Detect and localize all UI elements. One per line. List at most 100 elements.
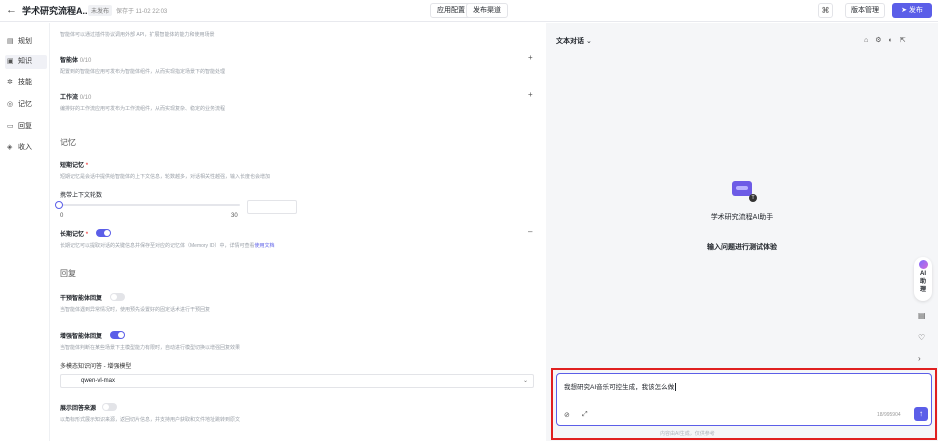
sidebar-item-label: 回复 <box>18 123 32 130</box>
slider-max: 30 <box>231 213 238 219</box>
bot-hint: 输入问题进行测试体验 <box>707 244 777 251</box>
send-plane-icon: ➤ <box>901 7 907 14</box>
source-desc: 以角标形式展示知识来源，返回切片信息，并支持用户获取和文件地址跳转到原文 <box>60 417 241 423</box>
palette-icon[interactable]: ◐ <box>889 37 900 44</box>
publish-label: 发布 <box>908 7 923 14</box>
workflow-title: 工作流 <box>60 95 79 101</box>
sidebar-item-plan[interactable]: ▤ 规划 <box>5 35 47 49</box>
bot-tag-icon: T <box>749 194 757 202</box>
required-mark: * <box>85 232 89 238</box>
workflow-desc: 编排好的工作流应用可发布为工作流组件，从而实现复杂、稳定的业务流程 <box>60 106 226 112</box>
publish-button[interactable]: ➤ 发布 <box>892 3 932 18</box>
left-sidebar: ▤ 规划 ▣ 知识 ✲ 技能 ◎ 记忆 ▭ 回复 ◈ 收入 <box>0 23 50 441</box>
send-button[interactable]: ↑ <box>914 407 928 421</box>
config-panel: 智能体可以通过插件协议调用外部 API，扩展智能体的能力和使用场景 智能体 0/… <box>50 23 545 441</box>
long-memory-label: 长期记忆 <box>60 232 85 238</box>
document-icon[interactable]: ▤ <box>918 311 926 320</box>
add-workflow-icon[interactable]: + <box>528 90 533 99</box>
tab-publish-channel[interactable]: 发布渠道 <box>466 3 508 18</box>
long-memory-title: 长期记忆 * <box>60 229 88 238</box>
version-manage-button[interactable]: 版本管理 <box>845 3 885 18</box>
enhance-toggle[interactable] <box>110 331 125 339</box>
context-rounds-input[interactable] <box>247 200 297 214</box>
chat-input-text[interactable]: 我想研究AI音乐可控生成，我该怎么做 <box>564 381 676 391</box>
grid-icon[interactable]: ⌘ <box>818 3 833 18</box>
chat-mode-select[interactable]: 文本对话 ⌄ <box>556 36 592 46</box>
clear-icon[interactable]: ⌂ <box>864 37 875 44</box>
app-title: 学术研究流程A... <box>22 6 91 16</box>
sidebar-item-memory[interactable]: ◎ 记忆 <box>5 98 47 112</box>
ai-help-char: AI <box>920 271 926 277</box>
long-memory-desc-text: 长期记忆可以提取对话的关键信息并保存至对应的记忆体（Memory ID）中，详情… <box>60 243 255 249</box>
docs-link[interactable]: 使用文档 <box>254 243 274 249</box>
share-icon[interactable]: ⇱ <box>900 37 913 44</box>
chat-toolbar: ⌂⚙◐⇱ <box>864 36 913 44</box>
saved-timestamp: 保存于 11-02 22:03 <box>116 9 168 15</box>
source-title: 展示回答来源 <box>60 406 97 412</box>
long-memory-desc: 长期记忆可以提取对话的关键信息并保存至对应的记忆体（Memory ID）中，详情… <box>60 242 274 249</box>
arrow-up-icon: ↑ <box>919 409 923 418</box>
plan-icon: ▤ <box>7 38 14 45</box>
intervene-title: 干预智能体回复 <box>60 296 103 302</box>
sidebar-item-label: 收入 <box>18 144 32 151</box>
slider-handle[interactable] <box>55 201 63 209</box>
model-select[interactable]: qwen-vl-max ⌄ <box>60 374 534 388</box>
top-bar: ← 学术研究流程A... 未发布 保存于 11-02 22:03 应用配置 发布… <box>0 0 938 22</box>
agent-title: 智能体 <box>60 58 79 64</box>
ai-help-char: 理 <box>919 287 926 293</box>
memory-section-title: 记忆 <box>60 138 76 147</box>
context-rounds-slider[interactable] <box>60 204 240 206</box>
plugin-desc: 智能体可以通过插件协议调用外部 API，扩展智能体的能力和使用场景 <box>60 32 215 38</box>
sidebar-item-label: 记忆 <box>18 101 32 108</box>
status-badge: 未发布 <box>88 5 113 16</box>
short-memory-label: 短期记忆 <box>60 163 85 169</box>
model-select-value: qwen-vl-max <box>81 378 116 384</box>
enhance-title: 增强智能体回复 <box>60 334 103 340</box>
sidebar-item-label: 规划 <box>18 38 32 45</box>
agent-count: 0/10 <box>79 58 92 64</box>
context-rounds-label: 携带上下文轮数 <box>60 193 103 199</box>
chevron-down-icon: ⌄ <box>522 378 528 384</box>
intervene-toggle[interactable] <box>110 293 125 301</box>
heart-icon[interactable]: ♡ <box>918 333 925 342</box>
chevron-down-icon: ⌄ <box>585 38 592 45</box>
chat-mode-label: 文本对话 <box>556 38 584 45</box>
sidebar-item-reply[interactable]: ▭ 回复 <box>5 120 47 134</box>
short-memory-desc: 短期记忆是会话中提供给智能体的上下文信息，轮数越多，对话相关性越强，输入长度也会… <box>60 174 271 180</box>
bot-avatar <box>732 181 752 196</box>
memory-icon: ◎ <box>7 101 14 108</box>
enhance-desc: 当智能体判断在某些场景下主模型能力有限时，自动进行模型切换以增强回复效果 <box>60 345 241 351</box>
chevron-right-icon[interactable]: › <box>918 354 921 363</box>
workflow-count: 0/10 <box>79 95 92 101</box>
attachment-icon[interactable]: ⊘ <box>564 411 570 419</box>
add-agent-icon[interactable]: + <box>528 53 533 62</box>
sidebar-item-income[interactable]: ◈ 收入 <box>5 141 47 155</box>
reply-icon: ▭ <box>7 123 14 130</box>
collapse-long-memory-icon[interactable]: – <box>528 227 532 236</box>
sidebar-item-label: 技能 <box>18 79 32 86</box>
agent-section-title: 智能体 0/10 <box>60 55 91 64</box>
expand-icon[interactable]: ⤢ <box>582 411 588 419</box>
workflow-section-title: 工作流 0/10 <box>60 92 91 101</box>
back-arrow-icon[interactable]: ← <box>6 4 17 16</box>
long-memory-toggle[interactable] <box>96 229 111 237</box>
short-memory-title: 短期记忆 * <box>60 160 88 169</box>
ai-assistant-icon <box>918 260 928 269</box>
skill-icon: ✲ <box>7 79 13 86</box>
ai-assistant-button[interactable]: AI 助 理 <box>914 257 932 301</box>
knowledge-icon: ▣ <box>7 58 14 65</box>
source-toggle[interactable] <box>102 403 117 411</box>
ai-help-char: 助 <box>919 279 926 285</box>
sidebar-item-label: 知识 <box>18 58 32 65</box>
intervene-desc: 当智能体遇到异常情况时，使用预先设置好的固定话术进行干预回复 <box>60 307 211 313</box>
sidebar-item-skill[interactable]: ✲ 技能 <box>5 76 47 90</box>
model-select-label: 多模态知识问答 - 增强模型 <box>60 364 132 370</box>
chat-input[interactable]: 我想研究AI音乐可控生成，我该怎么做 ⊘ ⤢ 18/995904 ↑ <box>556 373 932 426</box>
reply-section-title: 回复 <box>60 269 76 278</box>
settings-icon[interactable]: ⚙ <box>875 37 888 44</box>
agent-desc: 配置到的智能体应用可发布为智能体组件，从而实现指定场景下的智能处理 <box>60 69 226 75</box>
ai-disclaimer: 内容由AI生成，仅供参考 <box>660 431 715 437</box>
income-icon: ◈ <box>7 144 13 151</box>
sidebar-item-knowledge[interactable]: ▣ 知识 <box>5 55 47 69</box>
bot-name: 学术研究流程AI助手 <box>710 214 774 221</box>
